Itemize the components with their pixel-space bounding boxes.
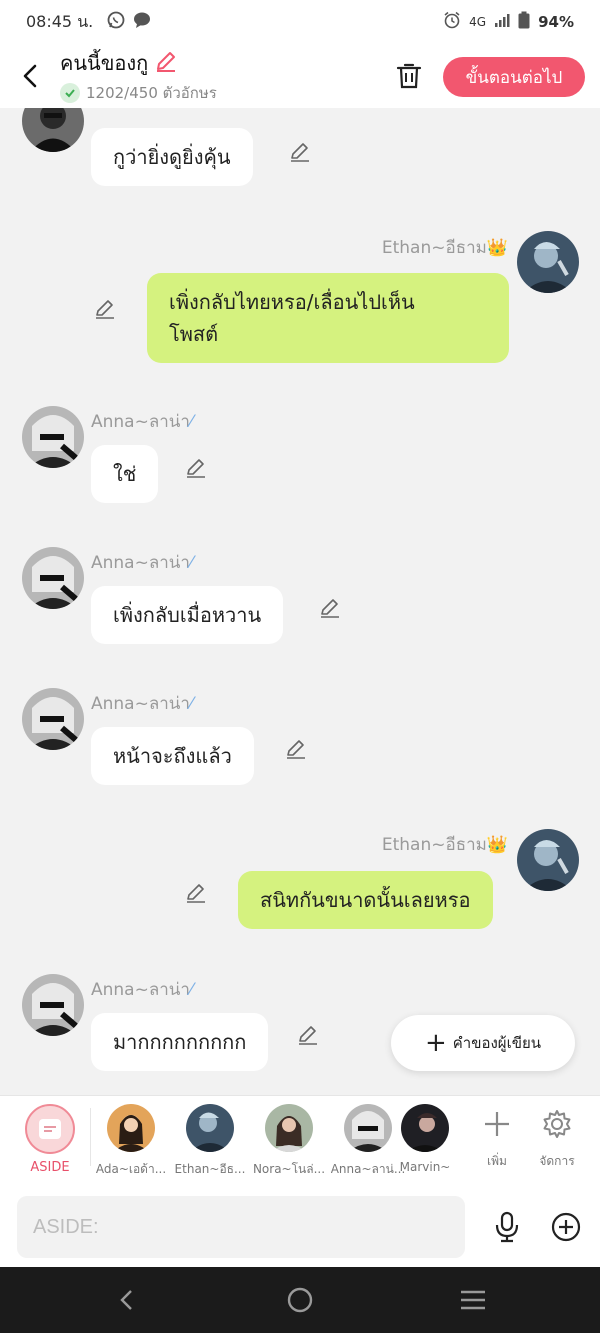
battery-percent: 94% <box>538 13 574 31</box>
delete-button[interactable] <box>392 58 426 94</box>
character-name: Ethan~อีธ... <box>174 1162 246 1176</box>
character-aside[interactable]: ASIDE <box>10 1104 90 1175</box>
status-bar: 08:45 น. 4G 94% <box>0 0 600 44</box>
avatar[interactable] <box>517 829 579 891</box>
edit-message-icon[interactable] <box>296 1023 320 1047</box>
author-note-button[interactable]: + คำของผู้เขียน <box>391 1015 575 1071</box>
microphone-button[interactable] <box>490 1207 524 1247</box>
edit-message-icon[interactable] <box>93 297 117 321</box>
avatar[interactable] <box>22 108 84 152</box>
edit-title-icon[interactable] <box>154 49 178 78</box>
aside-avatar <box>25 1104 75 1154</box>
edit-message-icon[interactable] <box>288 140 312 164</box>
gear-icon <box>542 1106 572 1142</box>
add-label: เพิ่ม <box>487 1154 507 1168</box>
character-avatar <box>265 1104 313 1152</box>
input-bar <box>0 1187 600 1267</box>
message-bubble[interactable]: ใช่ <box>91 445 159 503</box>
system-nav-bar <box>0 1267 600 1333</box>
message-bubble[interactable]: มากกกกกกกกก <box>91 1013 269 1071</box>
plus-icon: + <box>424 1028 447 1058</box>
nav-menu-icon <box>461 1290 485 1310</box>
edit-message-icon[interactable] <box>184 881 208 905</box>
microphone-icon <box>495 1211 519 1243</box>
nav-menu-button[interactable] <box>458 1285 488 1315</box>
back-arrow-icon <box>23 64 37 88</box>
author-note-label: คำของผู้เขียน <box>452 1034 542 1052</box>
message-bubble[interactable]: เพิ่งกลับเมื่อหวาน <box>91 586 284 644</box>
add-attachment-button[interactable] <box>548 1209 584 1245</box>
character-item[interactable]: Marvin~ <box>394 1104 456 1174</box>
sparkle-icon: ⁄ <box>189 980 193 1000</box>
sender-name: Ethan~อีธาม👑 <box>381 238 508 258</box>
trash-icon <box>396 63 422 89</box>
avatar[interactable] <box>22 974 84 1036</box>
sender-name: Ethan~อีธาม👑 <box>381 835 508 855</box>
character-avatar <box>107 1104 155 1152</box>
next-step-button[interactable]: ขั้นตอนต่อไป <box>443 57 585 97</box>
character-item[interactable]: Nora~โนล่... <box>249 1104 329 1179</box>
sparkle-icon: ⁄ <box>189 553 193 573</box>
character-avatar <box>401 1104 449 1152</box>
sparkle-icon: ⁄ <box>189 412 193 432</box>
nav-home-button[interactable] <box>285 1285 315 1315</box>
sender-name: Anna~ลาน่า⁄ <box>91 694 193 714</box>
whatsapp-icon <box>107 11 125 33</box>
alarm-icon <box>443 11 461 33</box>
character-item[interactable]: Ada~เอด้า... <box>91 1104 171 1179</box>
note-icon <box>39 1119 61 1139</box>
message-bubble[interactable]: หน้าจะถึงแล้ว <box>91 727 254 785</box>
character-name: Marvin~ <box>399 1160 451 1174</box>
status-time: 08:45 น. <box>26 11 94 31</box>
character-item[interactable]: Ethan~อีธ... <box>170 1104 250 1179</box>
character-bar: ASIDE Ada~เอด้า... Ethan~อีธ... Nora~โนล… <box>0 1095 600 1187</box>
avatar[interactable] <box>22 547 84 609</box>
plus-circle-icon <box>551 1212 581 1242</box>
add-character-button[interactable]: เพิ่ม <box>472 1106 522 1171</box>
back-button[interactable] <box>0 44 60 108</box>
sender-name: Anna~ลาน่า⁄ <box>91 980 193 1000</box>
avatar[interactable] <box>22 688 84 750</box>
message-bubble[interactable]: สนิทกันขนาดนั้นเลยหรอ <box>238 871 493 929</box>
sender-name: Anna~ลาน่า⁄ <box>91 412 193 432</box>
check-icon <box>60 83 80 103</box>
app-header: คนนี้ของกู 1202/450 ตัวอักษร ขั้นตอนต่อไ… <box>0 44 600 108</box>
character-counter: 1202/450 ตัวอักษร <box>86 84 217 102</box>
page-title: คนนี้ของกู <box>60 51 149 75</box>
manage-button[interactable]: จัดการ <box>532 1106 582 1171</box>
chat-area[interactable]: กูว่ายิ่งดูยิ่งคุ้น Ethan~อีธาม👑 เพิ่งกล… <box>0 108 600 1095</box>
network-type: 4G <box>469 15 487 29</box>
manage-label: จัดการ <box>539 1154 575 1168</box>
edit-message-icon[interactable] <box>284 737 308 761</box>
message-bubble[interactable]: กูว่ายิ่งดูยิ่งคุ้น <box>91 128 253 186</box>
message-bubble[interactable]: เพิ่งกลับไทยหรอ/เลื่อนไปเห็น โพสต์ <box>147 273 509 363</box>
nav-back-button[interactable] <box>112 1285 142 1315</box>
signal-icon <box>494 12 510 32</box>
plus-icon <box>483 1106 511 1142</box>
avatar[interactable] <box>517 231 579 293</box>
character-name: Nora~โนล่... <box>252 1162 326 1176</box>
character-name: ASIDE <box>30 1160 70 1175</box>
character-avatar <box>186 1104 234 1152</box>
edit-message-icon[interactable] <box>318 596 342 620</box>
message-input[interactable] <box>17 1196 465 1258</box>
nav-back-icon <box>120 1290 132 1310</box>
chat-bubble-icon <box>133 11 151 33</box>
character-avatar <box>344 1104 392 1152</box>
battery-icon <box>518 11 530 33</box>
avatar[interactable] <box>22 406 84 468</box>
edit-message-icon[interactable] <box>184 456 208 480</box>
character-name: Ada~เอด้า... <box>95 1162 167 1176</box>
nav-home-icon <box>287 1287 313 1313</box>
sparkle-icon: ⁄ <box>189 694 193 714</box>
sender-name: Anna~ลาน่า⁄ <box>91 553 193 573</box>
